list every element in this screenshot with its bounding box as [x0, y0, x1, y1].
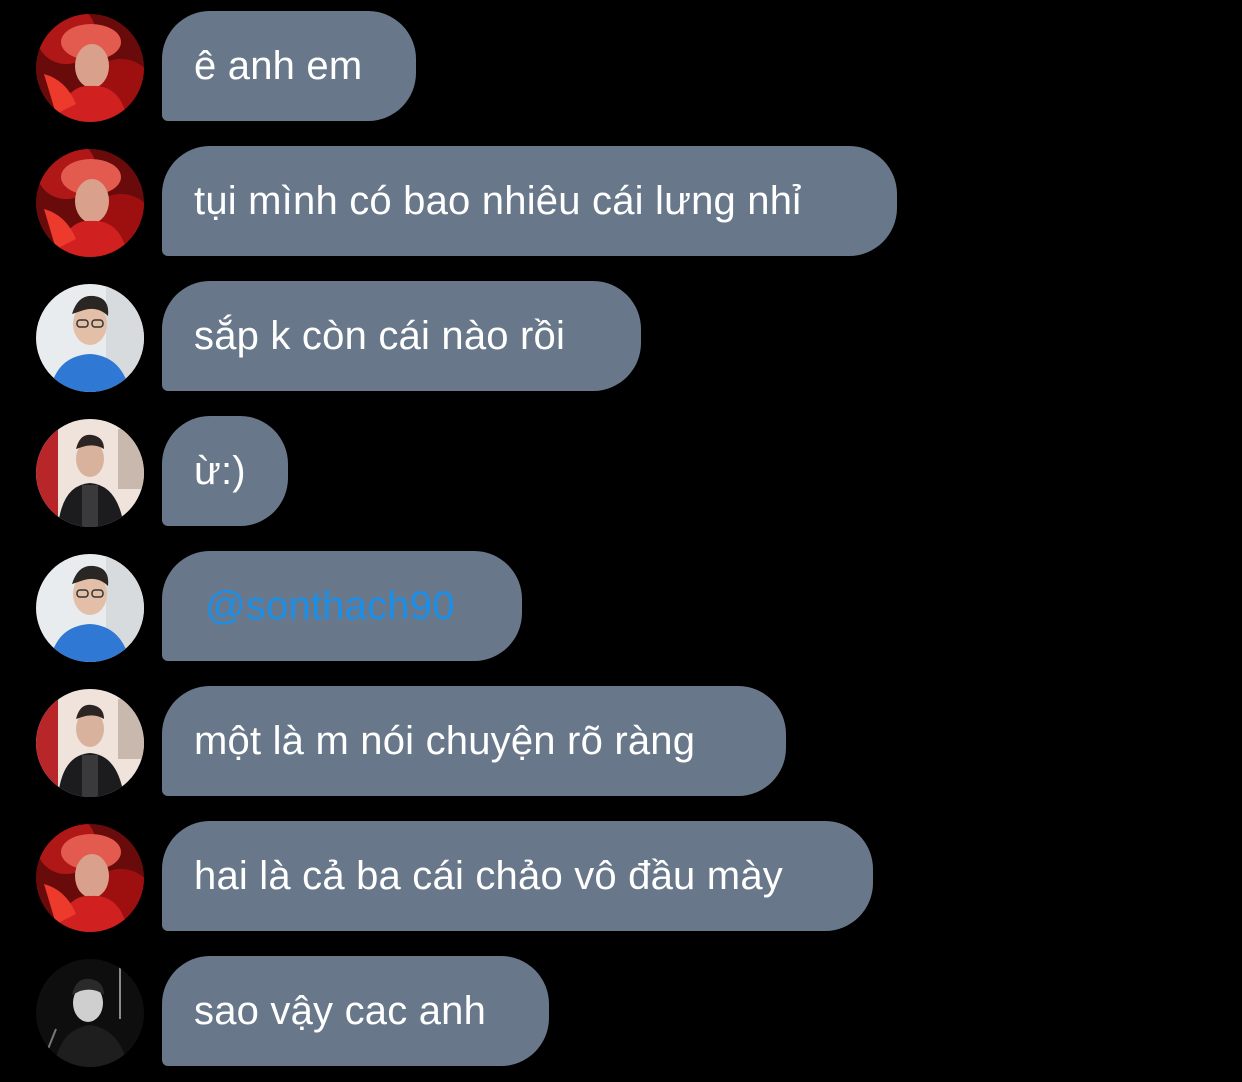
message-row: một là m nói chuyện rõ ràng	[0, 675, 1242, 797]
message-row: sắp k còn cái nào rồi	[0, 270, 1242, 392]
message-bubble[interactable]: sắp k còn cái nào rồi	[162, 281, 641, 391]
message-bubble[interactable]: sao vậy cac anh	[162, 956, 549, 1066]
message-row: sao vậy cac anh	[0, 945, 1242, 1067]
message-row: ừ:)	[0, 405, 1242, 527]
message-bubble[interactable]: ê anh em	[162, 11, 416, 121]
blue-shirt-glasses-avatar[interactable]	[36, 554, 144, 662]
message-text: sao vậy cac anh	[194, 988, 487, 1033]
mention-link[interactable]: @sonthach90	[194, 584, 455, 629]
leather-jacket-avatar[interactable]	[36, 689, 144, 797]
black-white-avatar[interactable]	[36, 959, 144, 1067]
red-hair-avatar[interactable]	[36, 14, 144, 122]
message-text: ê anh em	[194, 43, 363, 88]
leather-jacket-avatar[interactable]	[36, 419, 144, 527]
chat-thread: ê anh em tụi mình có bao nhiêu cái lưng …	[0, 0, 1242, 1082]
message-text: tụi mình có bao nhiêu cái lưng nhỉ	[194, 178, 802, 223]
red-hair-avatar[interactable]	[36, 149, 144, 257]
message-text: một là m nói chuyện rõ ràng	[194, 718, 696, 763]
message-bubble[interactable]: tụi mình có bao nhiêu cái lưng nhỉ	[162, 146, 897, 256]
message-row: hai là cả ba cái chảo vô đầu mày	[0, 810, 1242, 932]
message-bubble[interactable]: ừ:)	[162, 416, 288, 526]
message-row: tụi mình có bao nhiêu cái lưng nhỉ	[0, 135, 1242, 257]
blue-shirt-glasses-avatar[interactable]	[36, 284, 144, 392]
message-text: sắp k còn cái nào rồi	[194, 313, 566, 358]
message-bubble[interactable]: một là m nói chuyện rõ ràng	[162, 686, 786, 796]
red-hair-avatar[interactable]	[36, 824, 144, 932]
message-text: hai là cả ba cái chảo vô đầu mày	[194, 853, 783, 898]
message-row: ê anh em	[0, 0, 1242, 122]
message-bubble[interactable]: @sonthach90	[162, 551, 522, 661]
message-row: @sonthach90	[0, 540, 1242, 662]
message-text: ừ:)	[194, 448, 246, 493]
message-bubble[interactable]: hai là cả ba cái chảo vô đầu mày	[162, 821, 873, 931]
